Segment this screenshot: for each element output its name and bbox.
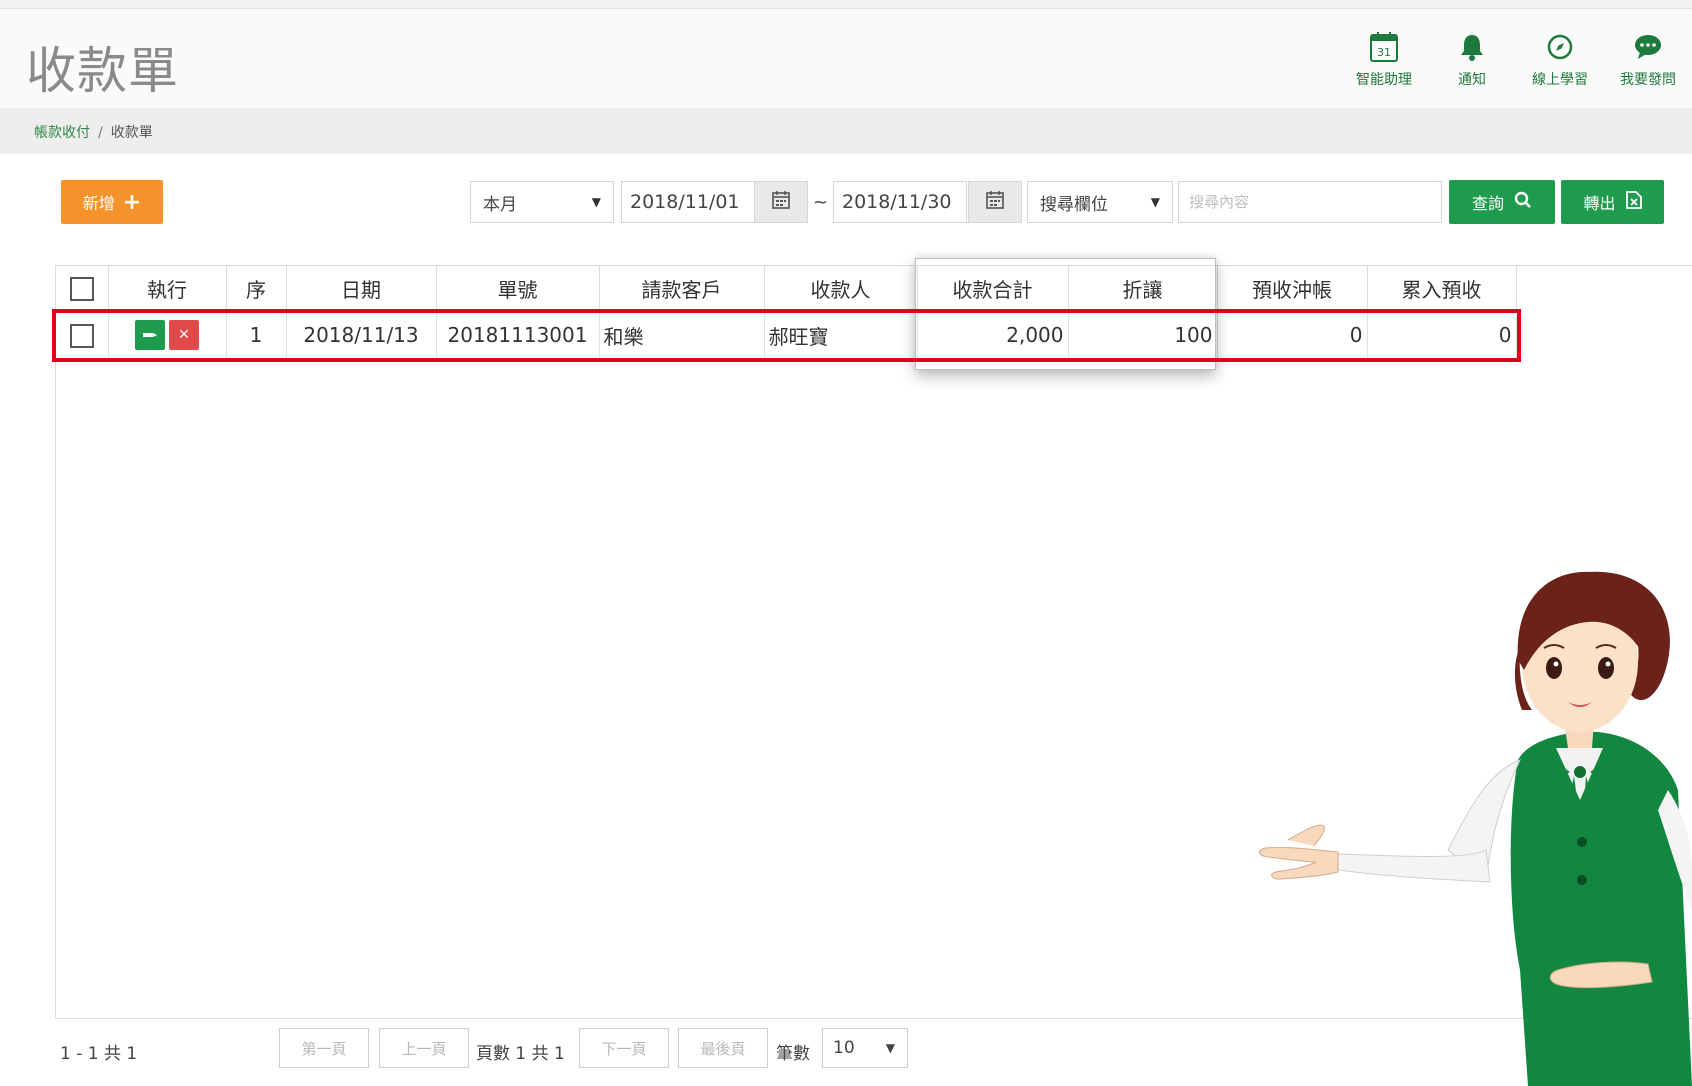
dropdown-arrow-icon: ▼ xyxy=(591,195,601,209)
excel-file-icon xyxy=(1625,191,1642,213)
breadcrumb-bar: 帳款收付 / 收款單 xyxy=(0,108,1692,154)
search-field-select[interactable]: 搜尋欄位 ▼ xyxy=(1027,181,1173,223)
page-header: 收款單 31 智能助理 通知 線上學習 我要發問 xyxy=(0,9,1692,109)
plus-icon: + xyxy=(122,189,142,215)
ask-question-label: 我要發問 xyxy=(1620,72,1676,88)
last-page-label: 最後頁 xyxy=(700,1039,746,1058)
prev-page-label: 上一頁 xyxy=(401,1039,447,1058)
total-cell: 2,000 xyxy=(917,310,1069,359)
calendar-icon xyxy=(985,190,1005,214)
column-header[interactable]: 請款客戶 xyxy=(599,266,765,311)
next-page-label: 下一頁 xyxy=(601,1039,647,1058)
page-size-value: 10 xyxy=(833,1038,855,1058)
date-from-value: 2018/11/01 xyxy=(630,191,740,213)
export-button[interactable]: 轉出 xyxy=(1561,180,1664,224)
period-select[interactable]: 本月 ▼ xyxy=(470,181,614,223)
search-field-select-value: 搜尋欄位 xyxy=(1040,194,1108,215)
column-header[interactable]: 收款人 xyxy=(764,266,918,311)
page-size-select[interactable]: 10 ▼ xyxy=(822,1028,908,1068)
receipts-table-panel: 執行 序 日期 單號 請款客戶 收款人 收款合計 折讓 預收沖帳 累入預收 ✕ xyxy=(55,265,1692,1019)
notification-shortcut[interactable]: 通知 xyxy=(1428,29,1516,99)
notification-label: 通知 xyxy=(1458,72,1486,88)
smart-assistant-shortcut[interactable]: 31 智能助理 xyxy=(1340,29,1428,99)
edit-button[interactable] xyxy=(135,320,165,350)
table-header-row: 執行 序 日期 單號 請款客戶 收款人 收款合計 折讓 預收沖帳 累入預收 xyxy=(56,266,1517,311)
prev-page-button[interactable]: 上一頁 xyxy=(379,1028,469,1068)
first-page-label: 第一頁 xyxy=(301,1039,347,1058)
column-header[interactable]: 日期 xyxy=(286,266,437,311)
row-actions-cell: ✕ xyxy=(108,310,227,359)
calendar-icon xyxy=(771,190,791,214)
breadcrumb-current: 收款單 xyxy=(110,125,153,141)
column-header[interactable]: 折讓 xyxy=(1068,266,1218,311)
breadcrumb: 帳款收付 / 收款單 xyxy=(34,122,153,142)
breadcrumb-parent-link[interactable]: 帳款收付 xyxy=(34,125,90,141)
discount-cell: 100 xyxy=(1068,310,1218,359)
search-icon xyxy=(1514,191,1532,213)
bell-icon xyxy=(1458,29,1486,65)
dropdown-arrow-icon: ▼ xyxy=(1150,195,1160,209)
chat-icon xyxy=(1633,29,1663,65)
table-row[interactable]: ✕ 1 2018/11/13 20181113001 和樂 郝旺寶 2,000 … xyxy=(56,310,1517,359)
period-select-value: 本月 xyxy=(483,194,517,215)
date-to-value: 2018/11/30 xyxy=(842,191,952,213)
delete-button[interactable]: ✕ xyxy=(169,320,199,350)
close-icon: ✕ xyxy=(178,327,190,343)
record-range: 1 - 1 共 1 xyxy=(60,1044,138,1064)
seq-cell: 1 xyxy=(226,310,287,359)
smart-assistant-label: 智能助理 xyxy=(1356,72,1412,88)
online-learning-shortcut[interactable]: 線上學習 xyxy=(1516,29,1604,99)
date-from-input[interactable]: 2018/11/01 xyxy=(621,181,755,223)
prepaid-offset-cell: 0 xyxy=(1217,310,1368,359)
page-size-label: 筆數 xyxy=(776,1044,810,1064)
online-learning-label: 線上學習 xyxy=(1532,72,1588,88)
payee-cell: 郝旺寶 xyxy=(764,310,918,359)
dropdown-arrow-icon: ▼ xyxy=(885,1041,895,1055)
pencil-icon xyxy=(143,333,157,337)
last-page-button[interactable]: 最後頁 xyxy=(678,1028,768,1068)
page-info: 頁數 1 共 1 xyxy=(476,1044,565,1064)
column-header[interactable]: 執行 xyxy=(108,266,227,311)
column-header[interactable]: 預收沖帳 xyxy=(1217,266,1368,311)
row-select-cell xyxy=(56,310,109,359)
add-button[interactable]: 新增 + xyxy=(61,180,163,224)
search-input[interactable] xyxy=(1178,181,1442,223)
first-page-button[interactable]: 第一頁 xyxy=(279,1028,369,1068)
toolbar: 新增 + 本月 ▼ 2018/11/01 ~ 2018/11/30 搜尋欄位 ▼… xyxy=(0,178,1692,228)
add-button-label: 新增 xyxy=(82,194,115,213)
compass-icon xyxy=(1546,29,1574,65)
column-header[interactable]: 序 xyxy=(226,266,287,311)
ask-question-shortcut[interactable]: 我要發問 xyxy=(1604,29,1692,99)
date-range-separator: ~ xyxy=(813,192,829,213)
svg-text:31: 31 xyxy=(1377,46,1391,59)
receipts-table: 執行 序 日期 單號 請款客戶 收款人 收款合計 折讓 預收沖帳 累入預收 ✕ xyxy=(56,266,1517,359)
next-page-button[interactable]: 下一頁 xyxy=(579,1028,669,1068)
date-cell: 2018/11/13 xyxy=(286,310,437,359)
customer-cell: 和樂 xyxy=(599,310,765,359)
query-button[interactable]: 查詢 xyxy=(1449,180,1555,224)
row-checkbox[interactable] xyxy=(69,323,94,348)
number-cell: 20181113001 xyxy=(436,310,600,359)
column-header[interactable]: 收款合計 xyxy=(917,266,1069,311)
breadcrumb-separator: / xyxy=(98,125,103,141)
prepaid-added-cell: 0 xyxy=(1367,310,1517,359)
pagination-bar: 1 - 1 共 1 第一頁 上一頁 頁數 1 共 1 下一頁 最後頁 筆數 10… xyxy=(0,1018,1692,1078)
select-all-cell xyxy=(56,266,109,311)
page-title: 收款單 xyxy=(26,42,179,100)
select-all-checkbox[interactable] xyxy=(69,276,94,301)
column-header[interactable]: 累入預收 xyxy=(1367,266,1517,311)
date-from-calendar-button[interactable] xyxy=(754,181,808,223)
top-edge xyxy=(0,0,1692,9)
date-to-input[interactable]: 2018/11/30 xyxy=(833,181,967,223)
query-button-label: 查詢 xyxy=(1471,194,1504,213)
date-to-calendar-button[interactable] xyxy=(968,181,1022,223)
calendar-icon: 31 xyxy=(1369,29,1399,65)
header-shortcuts: 31 智能助理 通知 線上學習 我要發問 xyxy=(1340,29,1692,99)
export-button-label: 轉出 xyxy=(1583,194,1616,213)
column-header[interactable]: 單號 xyxy=(436,266,600,311)
